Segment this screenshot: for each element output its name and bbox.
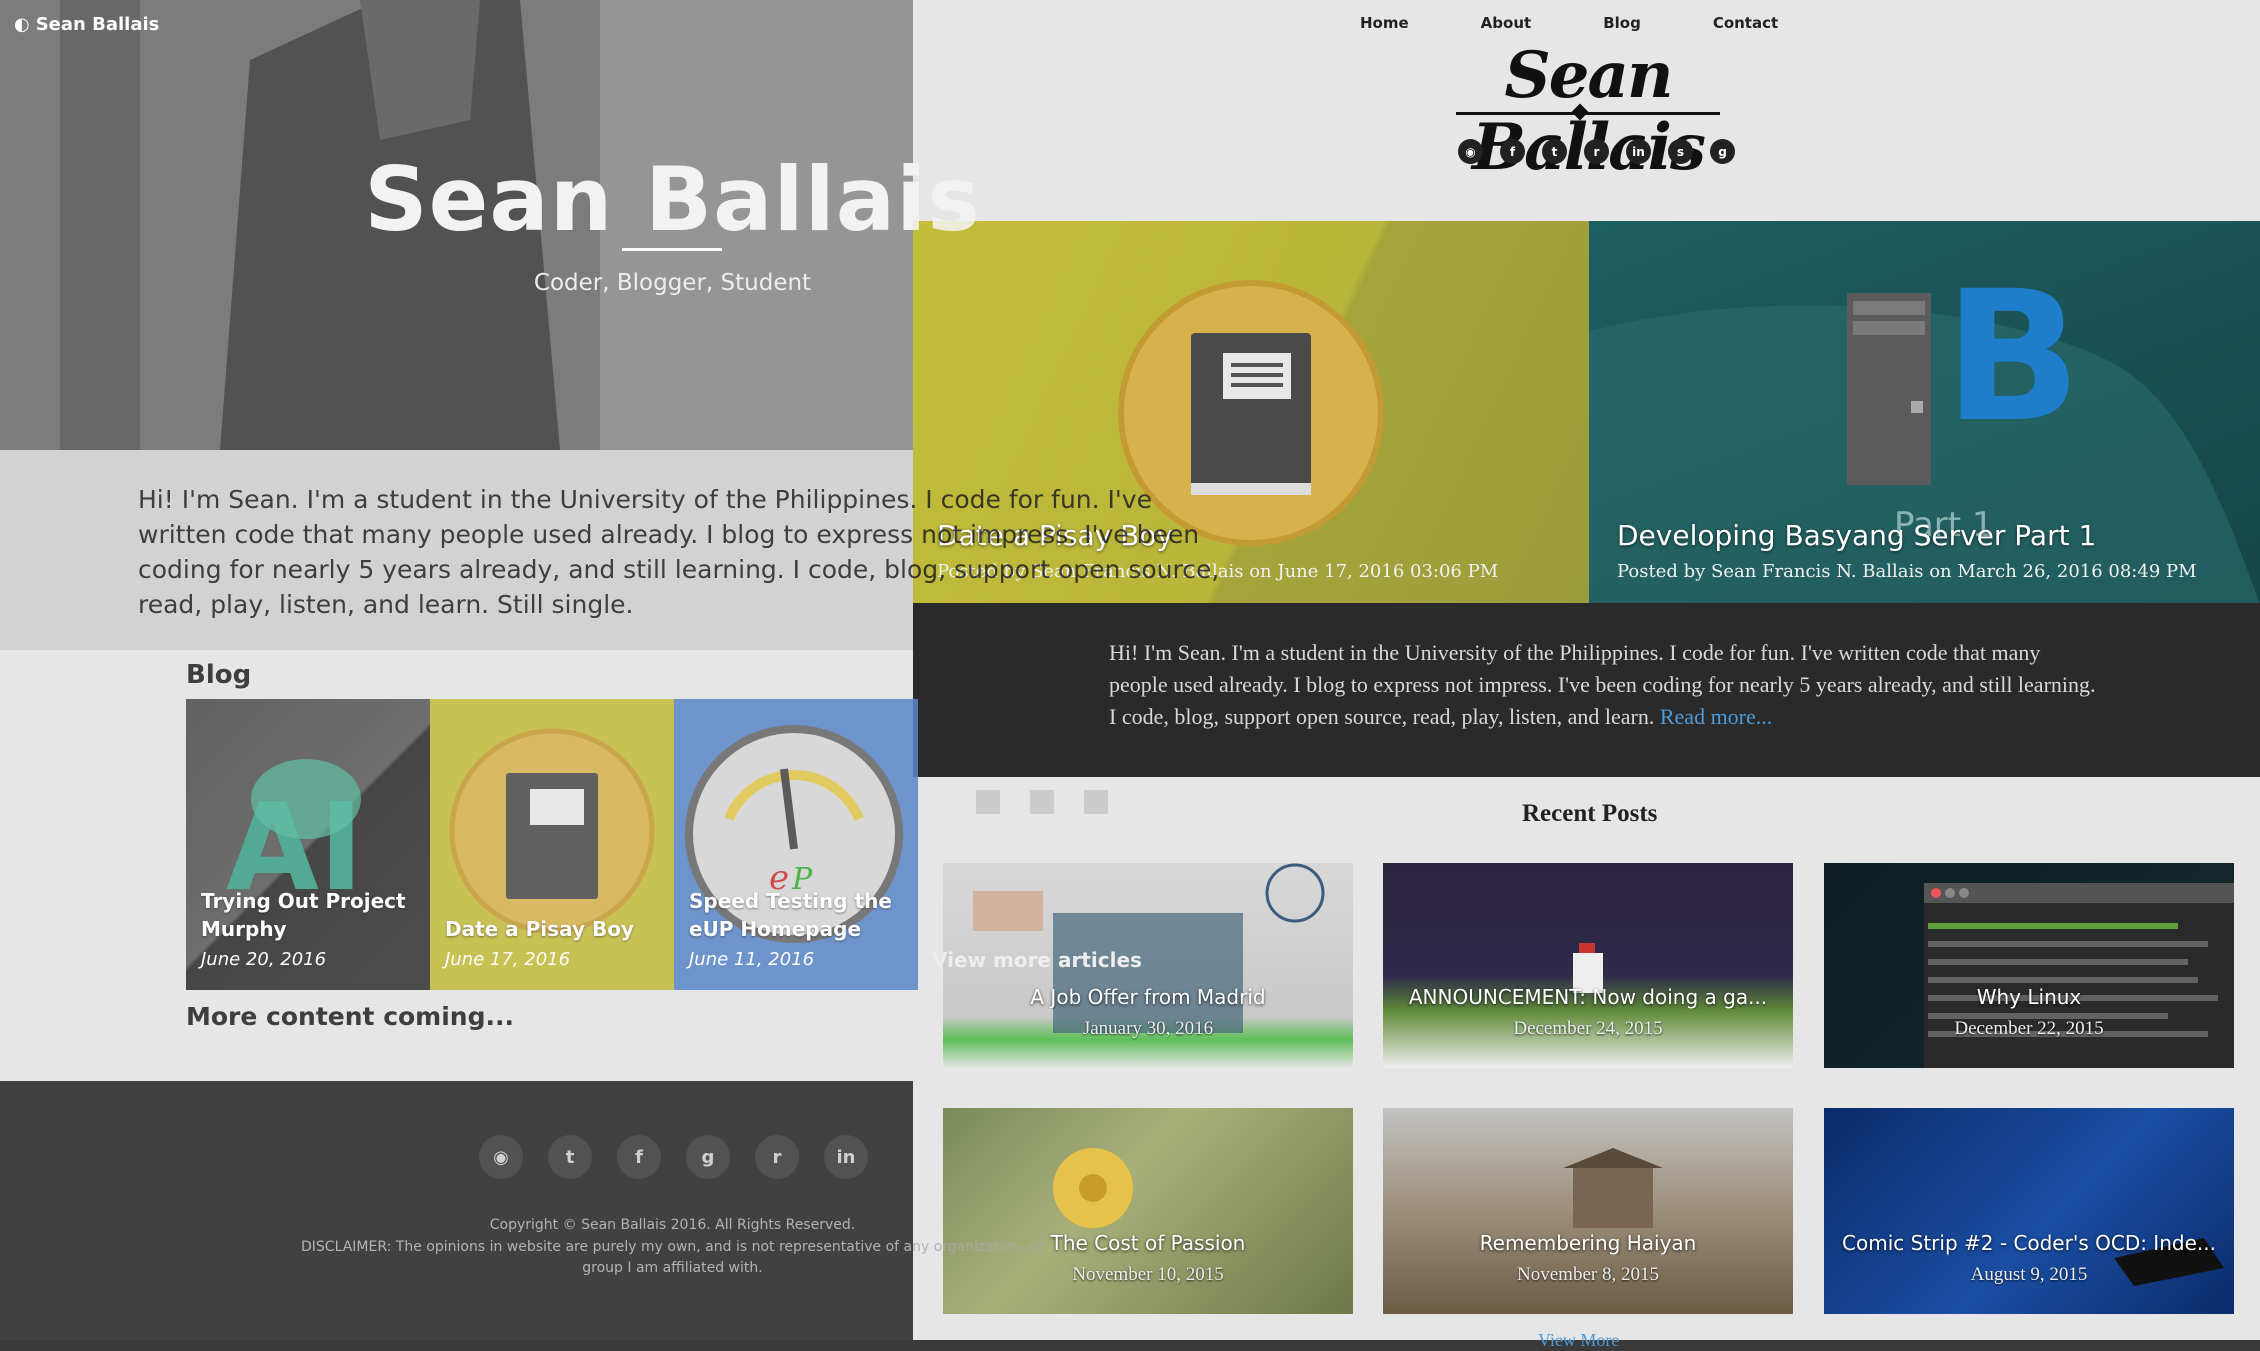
more-content-coming: More content coming... [186,1002,514,1031]
tile-title[interactable]: Trying Out Project Murphy [201,887,411,943]
nav-about[interactable]: About [1481,14,1532,32]
blog-tile[interactable]: e P Speed Testing the eUP Homepage June … [674,699,918,990]
post-date: November 8, 2015 [1517,1264,1659,1285]
view-more-link[interactable]: View More [1538,1330,1619,1351]
tile-thumbnail: AI [226,759,364,918]
recent-posts-heading: Recent Posts [1522,800,1658,827]
post-title[interactable]: Comic Strip #2 - Coder's OCD: Inde... [1824,1231,2234,1255]
featured-title[interactable]: Developing Basyang Server Part 1 [1617,519,2096,552]
bio-section: Hi! I'm Sean. I'm a student in the Unive… [0,450,1219,650]
tile-thumbnail [449,728,655,934]
user-icon: ◐ [14,14,30,35]
pager-dot[interactable] [1030,790,1054,814]
blog-heading: Blog [186,660,252,690]
intro-section: Hi! I'm Sean. I'm a student in the Unive… [913,603,2260,777]
read-more-link[interactable]: Read more... [1660,704,1772,729]
hero-subtitle: Coder, Blogger, Student [533,270,812,296]
post-title[interactable]: A Job Offer from Madrid [943,985,1353,1009]
github-icon[interactable]: g [686,1135,730,1179]
pager-dot[interactable] [976,790,1000,814]
post-date: January 30, 2016 [1082,1018,1214,1039]
hero-section: ◐ Sean Ballais Sean Ballais Coder, Blogge… [0,0,980,450]
pager-dots [976,790,1108,814]
hero-title: Sean Ballais [364,148,981,251]
rss-icon[interactable]: ◉ [479,1135,523,1179]
reddit-icon[interactable]: r [1584,139,1609,164]
social-links: ◉ f t r in s g [1458,139,1735,164]
svg-text:B: B [1944,253,2081,462]
intro-body: Hi! I'm Sean. I'm a student in the Unive… [1109,640,2096,729]
post-card[interactable]: The Cost of Passion November 10, 2015 [943,1108,1353,1314]
post-card[interactable]: Comic Strip #2 - Coder's OCD: Inde... Au… [1824,1108,2234,1314]
copyright: Copyright © Sean Ballais 2016. All Right… [489,1217,856,1233]
tile-title[interactable]: Date a Pisay Boy [445,915,655,943]
post-card[interactable]: Remembering Haiyan November 8, 2015 [1383,1108,1793,1314]
post-card[interactable]: ANNOUNCEMENT: Now doing a ga... December… [1383,863,1793,1068]
post-card[interactable]: Why Linux December 22, 2015 [1824,863,2234,1068]
reddit-icon[interactable]: r [755,1135,799,1179]
old-brand-text: Sean Ballais [35,14,160,35]
facebook-icon[interactable]: f [1500,139,1525,164]
intro-text: Hi! I'm Sean. I'm a student in the Unive… [1109,637,2099,733]
footer: ◉ t f g r in Copyright © Sean Ballais 20… [0,1081,1044,1340]
stackoverflow-icon[interactable]: s [1668,139,1693,164]
featured-card-basyang[interactable]: B Part 1 Developing Basyang Server Part … [1589,221,2260,604]
nav-contact[interactable]: Contact [1713,14,1778,32]
featured-meta: Posted by Sean Francis N. Ballais on Mar… [1617,561,2197,582]
post-title[interactable]: ANNOUNCEMENT: Now doing a ga... [1383,985,1793,1009]
github-icon[interactable]: g [1710,139,1735,164]
tile-date: June 20, 2016 [201,949,327,970]
post-date: December 22, 2015 [1954,1018,2104,1039]
nav-blog[interactable]: Blog [1603,14,1641,32]
nav-home[interactable]: Home [1360,14,1409,32]
post-title[interactable]: Remembering Haiyan [1383,1231,1793,1255]
tile-title[interactable]: Speed Testing the eUP Homepage [689,887,899,943]
tile-thumbnail: e P [685,725,903,943]
footer-social: ◉ t f g r in [479,1135,868,1179]
post-date: December 24, 2015 [1513,1018,1663,1039]
facebook-icon[interactable]: f [617,1135,661,1179]
linkedin-icon[interactable]: in [824,1135,868,1179]
disclaimer: DISCLAIMER: The opinions in website are … [301,1239,1044,1276]
tile-date: June 11, 2016 [689,949,815,970]
old-site-overlay: ◐ Sean Ballais Sean Ballais Coder, Blogge… [0,0,1219,1340]
linkedin-icon[interactable]: in [1626,139,1651,164]
pager-dot[interactable] [1084,790,1108,814]
rss-icon[interactable]: ◉ [1458,139,1483,164]
tile-date: June 17, 2016 [445,949,571,970]
brand-logo[interactable]: Sean Ballais [1452,40,1724,184]
view-more-articles[interactable]: View more articles [932,948,1142,972]
twitter-icon[interactable]: t [1542,139,1567,164]
post-date: August 9, 2015 [1970,1264,2088,1285]
post-title[interactable]: Why Linux [1824,985,2234,1009]
old-brand[interactable]: ◐ Sean Ballais [14,14,159,35]
blog-tile[interactable]: Date a Pisay Boy June 17, 2016 [430,699,674,990]
twitter-icon[interactable]: t [548,1135,592,1179]
bio-text: Hi! I'm Sean. I'm a student in the Unive… [138,485,1220,619]
hero-divider [622,248,722,251]
blog-tile[interactable]: AI Trying Out Project Murphy June 20, 20… [186,699,430,990]
